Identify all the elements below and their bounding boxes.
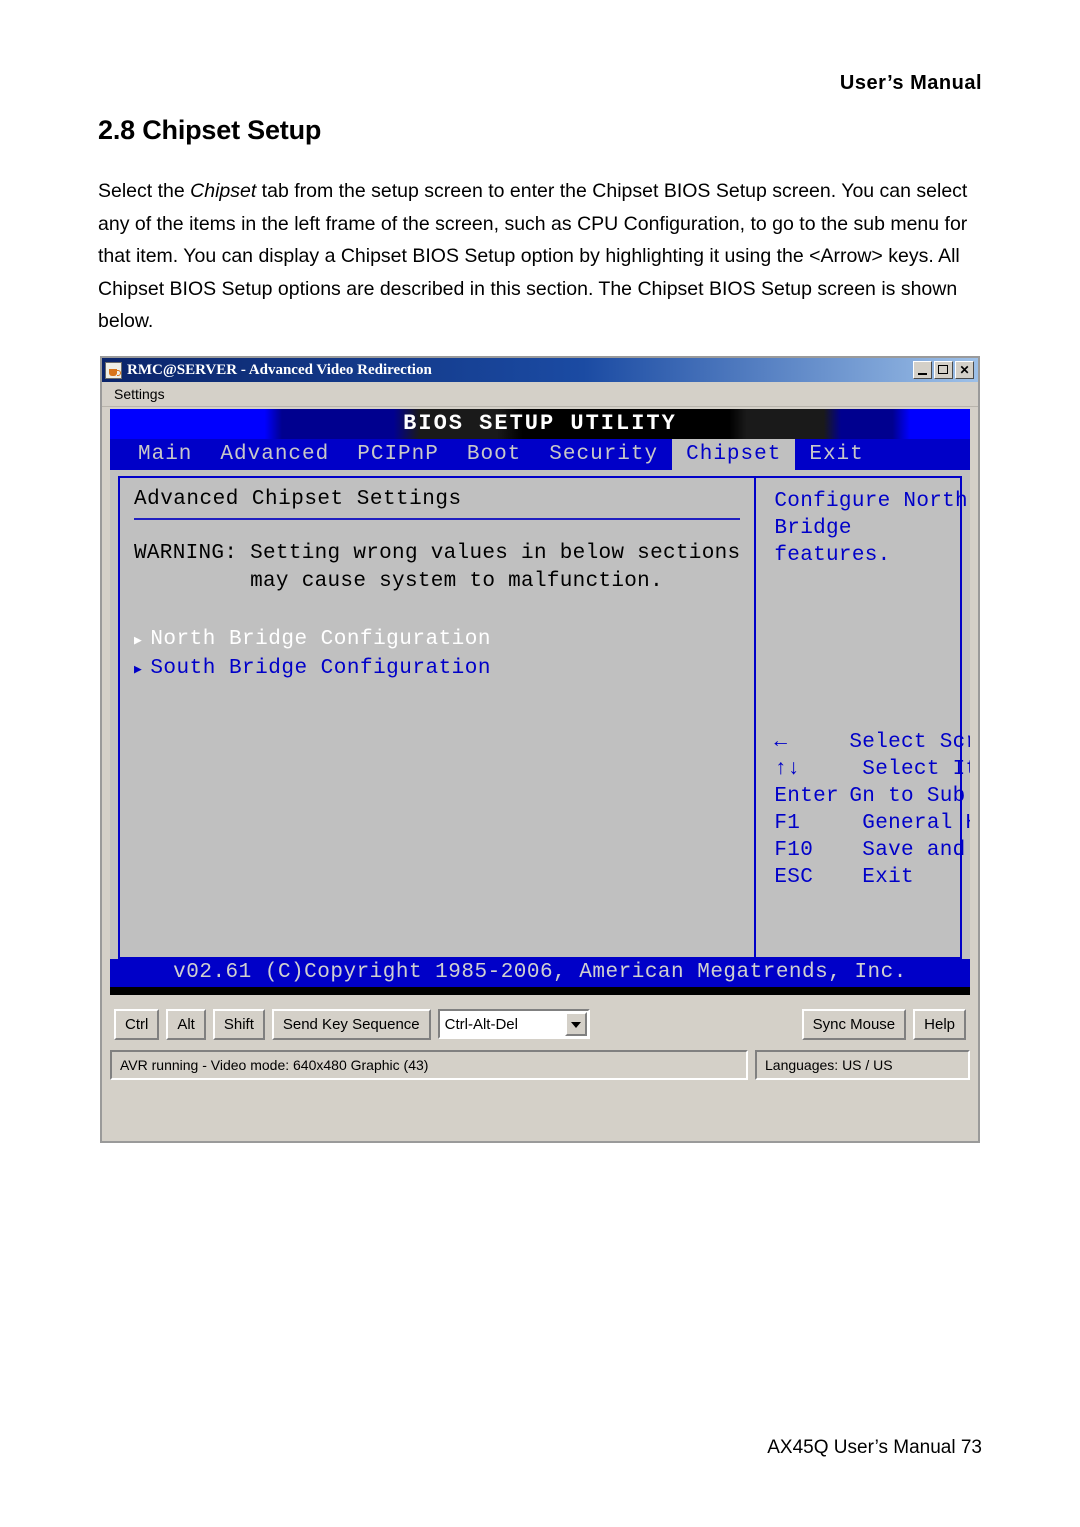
tab-security[interactable]: Security (535, 439, 672, 470)
menu-item-south-bridge-configuration[interactable]: ▶ South Bridge Configuration (134, 655, 740, 684)
minimize-button[interactable] (913, 361, 932, 379)
bios-screen: BIOS SETUP UTILITY Main Advanced PCIPnP … (110, 409, 970, 995)
bios-panels: Advanced Chipset Settings WARNING: Setti… (118, 476, 970, 959)
key-legend-row: ESC Exit (774, 864, 970, 891)
alt-button[interactable]: Alt (166, 1008, 206, 1040)
page-footer: AX45Q User’s Manual 73 (767, 1437, 982, 1458)
key-description: Exit (849, 866, 914, 889)
tab-pcipnp[interactable]: PCIPnP (343, 439, 453, 470)
key-legend-row: ↑↓ Select Item (774, 756, 970, 783)
triangle-right-icon: ▶ (134, 662, 143, 677)
help-line-2: features. (774, 544, 891, 567)
tab-chipset[interactable]: Chipset (672, 439, 796, 470)
tab-boot[interactable]: Boot (453, 439, 535, 470)
ctrl-button[interactable]: Ctrl (114, 1008, 160, 1040)
tab-main[interactable]: Main (124, 439, 206, 470)
page-title: 2.8 Chipset Setup (98, 115, 321, 146)
bios-copyright: v02.61 (C)Copyright 1985-2006, American … (110, 959, 970, 987)
avr-statusbar: AVR running - Video mode: 640x480 Graphi… (110, 1050, 970, 1080)
body-text-part1: Select the (98, 180, 191, 202)
key-legend-row: F10 Save and Exit (774, 837, 970, 864)
java-coffee-cup-icon (105, 361, 122, 379)
bios-body: Advanced Chipset Settings WARNING: Setti… (110, 470, 970, 959)
warning-text: WARNING: Setting wrong values in below s… (134, 540, 740, 596)
help-line-1: Configure North Bridge (774, 490, 968, 540)
sync-mouse-button[interactable]: Sync Mouse (801, 1008, 907, 1040)
body-text-part2: tab from the setup screen to enter the C… (98, 180, 968, 332)
menu-item-label: North Bridge Configuration (150, 628, 491, 651)
key-legend-row: F1 General Help (774, 810, 970, 837)
maximize-button[interactable] (934, 361, 953, 379)
key-description: Gn to Sub Screen (849, 785, 966, 808)
send-key-sequence-button[interactable]: Send Key Sequence (271, 1008, 431, 1040)
heading-divider (134, 518, 741, 520)
close-button[interactable]: ✕ (955, 361, 974, 379)
body-paragraph: Select the Chipset tab from the setup sc… (98, 175, 988, 338)
menu-item-label: South Bridge Configuration (150, 657, 491, 680)
key-name: ← (774, 731, 788, 754)
key-description: Select Screen (849, 731, 970, 754)
settings-heading: Advanced Chipset Settings (134, 488, 462, 511)
window-titlebar[interactable]: RMC@SERVER - Advanced Video Redirection … (102, 358, 978, 382)
tab-exit[interactable]: Exit (795, 439, 877, 470)
section-number: 2.8 (98, 115, 135, 145)
avr-window: RMC@SERVER - Advanced Video Redirection … (100, 356, 980, 1143)
chevron-down-icon[interactable] (564, 1012, 587, 1036)
help-button[interactable]: Help (913, 1008, 966, 1040)
bios-help-panel: Configure North Bridge features. ← Selec… (756, 478, 970, 957)
body-text-italic: Chipset (190, 180, 257, 202)
bios-banner: BIOS SETUP UTILITY (110, 409, 970, 439)
shift-button[interactable]: Shift (212, 1008, 265, 1040)
triangle-right-icon: ▶ (134, 633, 143, 648)
warning-line-2: may cause system to malfunction. (134, 570, 663, 593)
bios-settings-panel: Advanced Chipset Settings WARNING: Setti… (120, 478, 757, 957)
bios-footer-black-strip (110, 987, 970, 995)
key-legend: ← Select Screen ↑↓ Select Item Enter Gn … (774, 729, 970, 891)
key-name: F1 (774, 812, 801, 835)
avr-toolbar: Ctrl Alt Shift Send Key Sequence Ctrl-Al… (110, 1002, 970, 1046)
key-legend-row: Enter Gn to Sub Screen (774, 783, 970, 810)
tab-advanced[interactable]: Advanced (206, 439, 343, 470)
window-title: RMC@SERVER - Advanced Video Redirection (127, 361, 432, 378)
submenu-list: ▶ North Bridge Configuration ▶ South Bri… (134, 626, 740, 684)
bios-footer: v02.61 (C)Copyright 1985-2006, American … (110, 959, 970, 995)
key-sequence-value: Ctrl-Alt-Del (444, 1015, 518, 1033)
status-languages: Languages: US / US (755, 1050, 970, 1080)
bios-banner-title: BIOS SETUP UTILITY (403, 411, 677, 436)
key-description: Save and Exit (862, 839, 966, 862)
window-menubar: Settings (102, 382, 978, 407)
key-legend-row: ← Select Screen (774, 729, 970, 756)
help-description: Configure North Bridge features. (774, 488, 970, 569)
key-description: Select Item (862, 758, 970, 781)
bios-tabbar: Main Advanced PCIPnP Boot Security Chips… (110, 439, 970, 470)
key-sequence-select[interactable]: Ctrl-Alt-Del (437, 1009, 590, 1039)
key-name: ESC (774, 866, 814, 889)
key-description: General Help (862, 812, 970, 835)
menu-item-north-bridge-configuration[interactable]: ▶ North Bridge Configuration (134, 626, 740, 655)
section-heading: Chipset Setup (142, 115, 322, 145)
key-name: F10 (774, 839, 814, 862)
warning-line-1: WARNING: Setting wrong values in below s… (134, 542, 741, 565)
page-header: User’s Manual (839, 72, 982, 94)
key-name: Enter (774, 785, 839, 808)
menu-item-settings[interactable]: Settings (114, 386, 165, 402)
window-controls: ✕ (913, 361, 974, 379)
status-video-mode: AVR running - Video mode: 640x480 Graphi… (110, 1050, 748, 1080)
key-name: ↑↓ (774, 758, 801, 781)
